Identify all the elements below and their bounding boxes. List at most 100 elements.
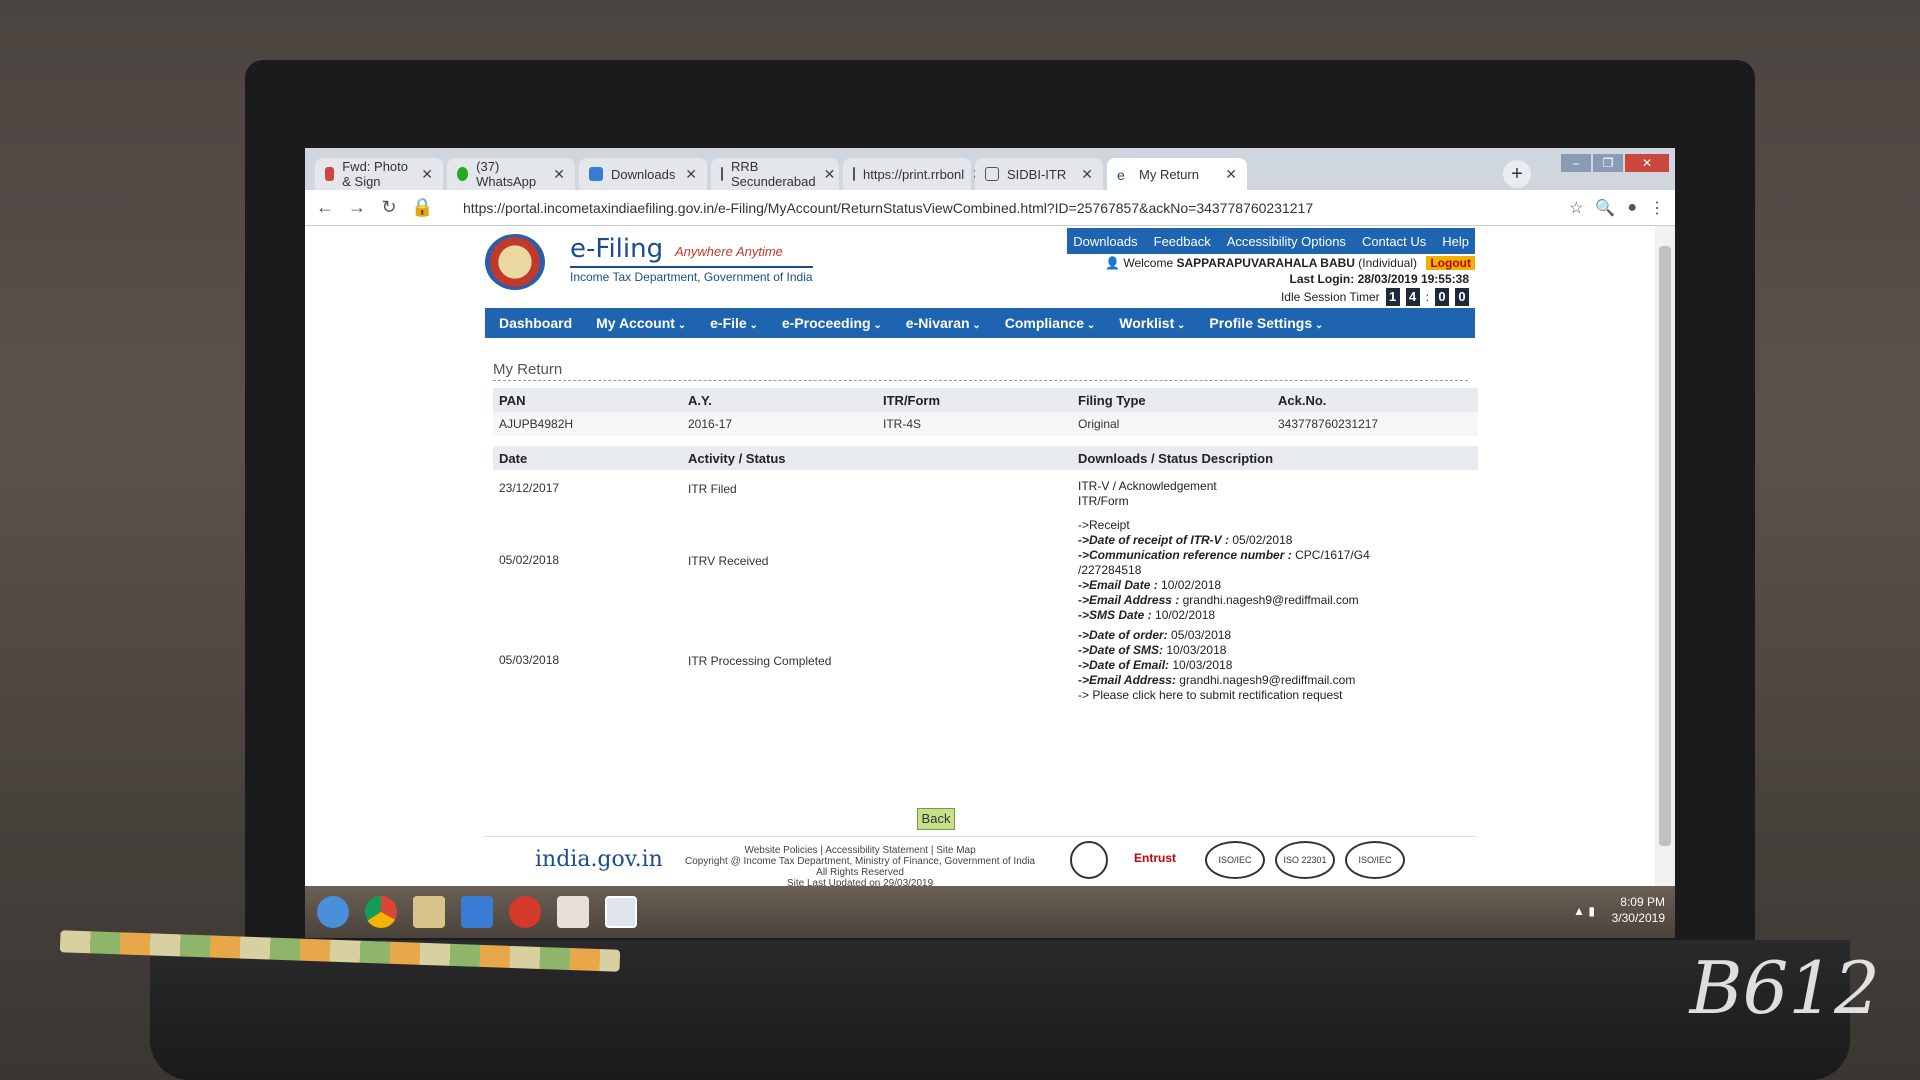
file-explorer-icon[interactable]: [413, 896, 445, 928]
close-icon[interactable]: ✕: [421, 166, 433, 183]
close-icon[interactable]: ✕: [553, 166, 565, 183]
downloads-link[interactable]: Downloads: [1073, 234, 1137, 249]
col-ay: A.Y.: [688, 392, 712, 408]
tab-rrb[interactable]: RRB Secunderabad ✕: [711, 158, 839, 190]
entry-date: 23/12/2017: [499, 481, 560, 495]
taskbar: ▲ ▮ 8:09 PM 3/30/2019: [305, 886, 1675, 938]
label: ->Email Date :: [1078, 578, 1158, 592]
efiling-brand: e-Filing: [570, 234, 664, 264]
tab-gmail[interactable]: Fwd: Photo & Sign ✕: [315, 158, 443, 190]
rectification-link[interactable]: -> Please click here to submit rectifica…: [1078, 688, 1355, 703]
tab-my-return[interactable]: e My Return ✕: [1107, 158, 1247, 190]
nav-dashboard[interactable]: Dashboard: [499, 315, 572, 331]
close-icon[interactable]: ✕: [824, 166, 836, 183]
scrollbar-thumb[interactable]: [1659, 246, 1671, 846]
page-icon: [721, 167, 723, 181]
itrv-ack-link[interactable]: ITR-V / Acknowledgement: [1078, 479, 1217, 494]
close-icon[interactable]: ✕: [685, 166, 697, 183]
nav-my-account[interactable]: My Account: [596, 315, 686, 331]
start-button-icon[interactable]: [317, 896, 349, 928]
network-icon[interactable]: ▮: [1588, 904, 1595, 918]
receipt-link[interactable]: ->Receipt: [1078, 518, 1370, 533]
close-window-button[interactable]: ✕: [1625, 154, 1669, 172]
tab-print-rrb[interactable]: https://print.rrbonl ✕: [843, 158, 984, 190]
address-bar: ← → ↻ 🔒 https://portal.incometaxindiaefi…: [305, 190, 1675, 226]
rights: All Rights Reserved: [816, 867, 904, 878]
internet-explorer-icon[interactable]: [461, 896, 493, 928]
tab-label: RRB Secunderabad: [731, 159, 816, 189]
entry-description: ITR-V / Acknowledgement ITR/Form: [1078, 479, 1217, 509]
clock-date: 3/30/2019: [1611, 911, 1665, 925]
media-player-icon[interactable]: [557, 896, 589, 928]
feedback-link[interactable]: Feedback: [1154, 234, 1211, 249]
page-icon: [853, 167, 855, 181]
return-summary-table: PAN A.Y. ITR/Form Filing Type Ack.No. AJ…: [493, 388, 1478, 436]
b612-watermark: B612: [1689, 946, 1880, 1030]
table-header: Date Activity / Status Downloads / Statu…: [493, 446, 1478, 470]
nav-e-proceeding[interactable]: e-Proceeding: [782, 315, 882, 331]
back-arrow-icon[interactable]: ←: [315, 197, 335, 218]
browser-tab-bar: Fwd: Photo & Sign ✕ (37) WhatsApp ✕ Down…: [305, 148, 1675, 190]
tab-downloads[interactable]: Downloads ✕: [579, 158, 707, 190]
document-app-icon[interactable]: [605, 896, 637, 928]
help-link[interactable]: Help: [1442, 234, 1469, 249]
nav-compliance[interactable]: Compliance: [1005, 315, 1096, 331]
label: ->Communication reference number :: [1078, 548, 1292, 562]
last-login: Last Login: 28/03/2019 19:55:38: [1290, 272, 1469, 286]
star-icon[interactable]: ☆: [1569, 198, 1583, 218]
last-login-value: 28/03/2019 19:55:38: [1357, 272, 1469, 286]
gmail-icon: [325, 167, 335, 181]
value: 05/02/2018: [1232, 533, 1293, 547]
value: grandhi.nagesh9@rediffmail.com: [1182, 593, 1359, 607]
nav-profile-settings[interactable]: Profile Settings: [1209, 315, 1323, 331]
contact-link[interactable]: Contact Us: [1362, 234, 1426, 249]
menu-icon[interactable]: ⋮: [1649, 198, 1665, 218]
value: 10/03/2018: [1172, 658, 1233, 672]
system-clock[interactable]: 8:09 PM 3/30/2019: [1612, 894, 1665, 926]
search-extension-icon[interactable]: 🔍: [1595, 198, 1615, 218]
tray-up-icon[interactable]: ▲: [1573, 904, 1585, 918]
forward-arrow-icon[interactable]: →: [347, 197, 367, 218]
avatar[interactable]: ●: [1627, 199, 1637, 217]
footer: india.gov.in Website Policies | Accessib…: [485, 836, 1475, 886]
entry-date: 05/03/2018: [499, 653, 560, 667]
laptop-screen: Fwd: Photo & Sign ✕ (37) WhatsApp ✕ Down…: [305, 148, 1675, 938]
value: CPC/1617/G4: [1295, 548, 1370, 562]
welcome-label: Welcome: [1123, 256, 1174, 270]
url-field[interactable]: https://portal.incometaxindiaefiling.gov…: [443, 200, 1557, 216]
copyright: Copyright @ Income Tax Department, Minis…: [685, 856, 1036, 867]
accessibility-link[interactable]: Accessibility Options: [1227, 234, 1346, 249]
value: grandhi.nagesh9@rediffmail.com: [1179, 673, 1356, 687]
close-icon[interactable]: ✕: [1081, 166, 1093, 183]
entry-description: ->Receipt ->Date of receipt of ITR-V : 0…: [1078, 518, 1370, 623]
download-icon: [589, 167, 603, 181]
maximize-button[interactable]: ❐: [1593, 154, 1623, 172]
nav-e-file[interactable]: e-File: [710, 315, 758, 331]
new-tab-button[interactable]: +: [1503, 160, 1531, 188]
itr-form-link[interactable]: ITR/Form: [1078, 494, 1217, 509]
india-gov-logo[interactable]: india.gov.in: [535, 847, 663, 872]
logout-button[interactable]: Logout: [1426, 256, 1475, 270]
chrome-icon[interactable]: [365, 896, 397, 928]
page-title: My Return: [493, 361, 1468, 381]
footer-nav[interactable]: Website Policies | Accessibility Stateme…: [685, 845, 1035, 856]
scrollbar[interactable]: [1655, 226, 1675, 886]
entry-description: ->Date of order: 05/03/2018 ->Date of SM…: [1078, 628, 1355, 703]
nav-e-nivaran[interactable]: e-Nivaran: [906, 315, 981, 331]
close-icon[interactable]: ✕: [1225, 166, 1237, 183]
edge-icon: e: [1117, 167, 1125, 183]
idle-label: Idle Session Timer: [1280, 290, 1380, 304]
lock-icon[interactable]: 🔒: [411, 197, 433, 218]
minimize-button[interactable]: –: [1561, 154, 1591, 172]
col-description: Downloads / Status Description: [1078, 450, 1274, 466]
tab-whatsapp[interactable]: (37) WhatsApp ✕: [447, 158, 575, 190]
opera-icon[interactable]: [509, 896, 541, 928]
back-button[interactable]: Back: [917, 808, 955, 830]
entry-activity: ITRV Received: [688, 554, 769, 568]
tab-sidbi[interactable]: SIDBI-ITR ✕: [975, 158, 1103, 190]
label: ->Email Address:: [1078, 673, 1176, 687]
nav-worklist[interactable]: Worklist: [1119, 315, 1185, 331]
reload-icon[interactable]: ↻: [379, 197, 399, 218]
iso-badge: ISO/IEC 20000-1: [1205, 841, 1265, 879]
security-badge-icon: [1070, 841, 1108, 879]
